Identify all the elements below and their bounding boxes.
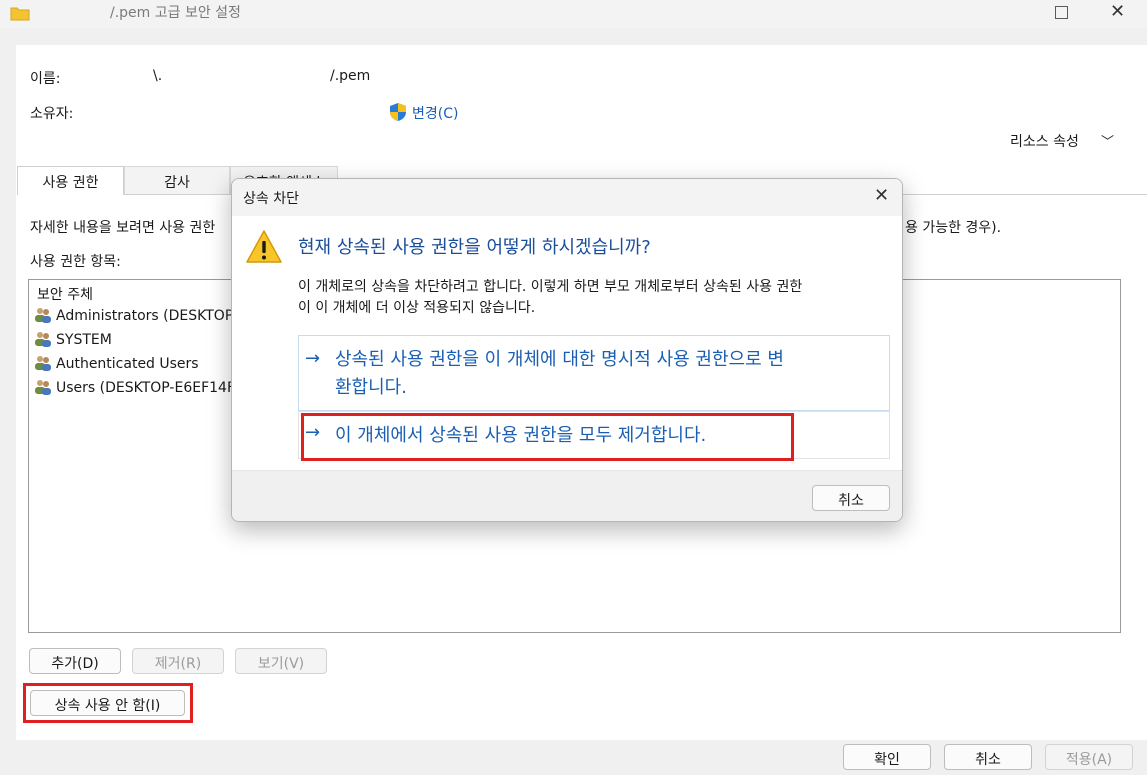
list-item[interactable]: Users (DESKTOP-E6EF14FV <box>34 379 245 401</box>
block-inheritance-dialog: 상속 차단 ✕ 현재 상속된 사용 권한을 어떻게 하시겠습니까? 이 개체로의… <box>231 178 903 522</box>
uac-shield-icon <box>389 102 407 126</box>
ok-button[interactable]: 확인 <box>843 744 931 770</box>
users-icon <box>34 331 52 351</box>
list-item[interactable]: Administrators (DESKTOP- <box>34 307 238 329</box>
highlight-box <box>23 683 193 723</box>
maximize-button[interactable] <box>1055 6 1068 19</box>
principal-name: Administrators (DESKTOP- <box>56 308 239 324</box>
window-titlebar: /.pem 고급 보안 설정 ✕ <box>0 0 1147 28</box>
list-item[interactable]: Authenticated Users <box>34 355 199 377</box>
view-button[interactable]: 보기(V) <box>235 648 327 674</box>
close-icon[interactable]: ✕ <box>874 185 889 206</box>
add-button[interactable]: 추가(D) <box>29 648 121 674</box>
users-icon <box>34 355 52 375</box>
warning-icon <box>245 229 283 269</box>
dialog-title: 상속 차단 <box>243 191 299 207</box>
dialog-cancel-button[interactable]: 취소 <box>812 485 890 511</box>
instructions-text: 자세한 내용을 보려면 사용 권한 <box>30 220 216 236</box>
dialog-titlebar: 상속 차단 ✕ <box>232 179 902 216</box>
resource-attributes-toggle[interactable]: 리소스 속성 <box>1010 131 1079 151</box>
change-owner-link[interactable]: 변경(C) <box>412 103 458 123</box>
name-value: /.pem <box>330 68 371 84</box>
dialog-description-line: 이 개체로의 상속을 차단하려고 합니다. 이렇게 하면 부모 개체로부터 상속… <box>298 279 803 295</box>
option-label: 상속된 사용 권한을 이 개체에 대한 명시적 사용 권한으로 변 환합니다. <box>335 346 784 402</box>
users-icon <box>34 307 52 327</box>
principal-name: Users (DESKTOP-E6EF14FV <box>56 380 245 396</box>
owner-label: 소유자: <box>30 106 74 122</box>
dialog-description-line: 이 이 개체에 더 이상 적용되지 않습니다. <box>298 300 536 316</box>
chevron-down-icon[interactable]: ﹀ <box>1101 131 1114 150</box>
remove-button[interactable]: 제거(R) <box>132 648 224 674</box>
column-header-principal[interactable]: 보안 주체 <box>37 284 93 304</box>
dialog-description: 이 개체로의 상속을 차단하려고 합니다. 이렇게 하면 부모 개체로부터 상속… <box>298 277 888 319</box>
apply-button[interactable]: 적용(A) <box>1045 744 1133 770</box>
name-value-prefix: \. <box>153 68 163 84</box>
name-label: 이름: <box>30 71 61 87</box>
option-label-line: 환합니다. <box>335 377 407 398</box>
list-item[interactable]: SYSTEM <box>34 331 112 353</box>
users-icon <box>34 379 52 399</box>
entries-label: 사용 권한 항목: <box>30 254 121 270</box>
instructions-text-end: 용 가능한 경우). <box>905 220 1002 236</box>
window-title: /.pem 고급 보안 설정 <box>110 5 241 21</box>
convert-inherited-option[interactable]: → 상속된 사용 권한을 이 개체에 대한 명시적 사용 권한으로 변 환합니다… <box>298 335 890 411</box>
dialog-footer: 취소 <box>232 470 902 521</box>
tab-auditing[interactable]: 감사 <box>124 166 230 195</box>
close-icon[interactable]: ✕ <box>1110 1 1125 22</box>
dialog-heading: 현재 상속된 사용 권한을 어떻게 하시겠습니까? <box>298 237 651 258</box>
option-label-line: 상속된 사용 권한을 이 개체에 대한 명시적 사용 권한으로 변 <box>335 349 784 370</box>
principal-name: SYSTEM <box>56 332 112 348</box>
arrow-right-icon: → <box>305 348 321 369</box>
tab-permissions[interactable]: 사용 권한 <box>17 166 124 195</box>
folder-icon <box>10 5 30 25</box>
cancel-button[interactable]: 취소 <box>944 744 1032 770</box>
highlight-box <box>301 413 794 461</box>
principal-name: Authenticated Users <box>56 356 199 372</box>
